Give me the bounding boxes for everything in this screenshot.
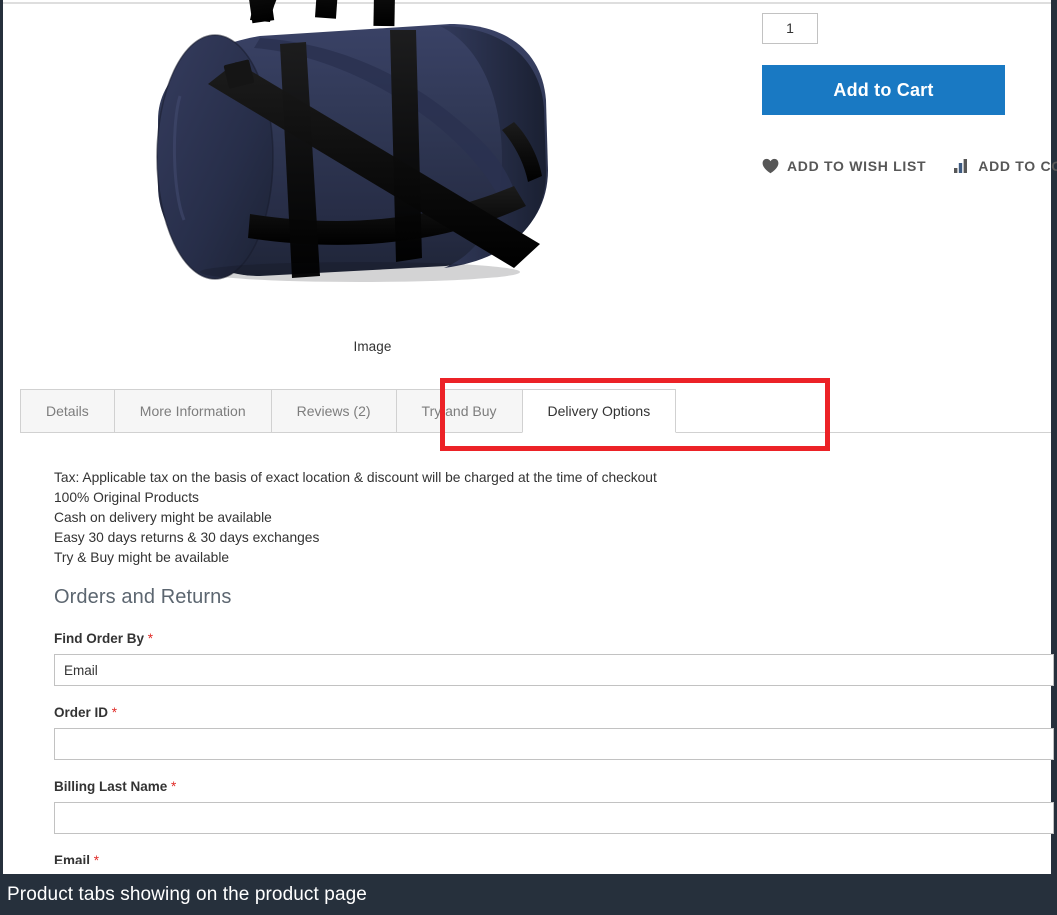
add-to-wish-list-label: ADD TO WISH LIST xyxy=(787,158,927,174)
tab-more-information[interactable]: More Information xyxy=(113,389,271,433)
product-image-caption: Image xyxy=(353,339,392,354)
page-left-border xyxy=(0,0,3,874)
tab-details[interactable]: Details xyxy=(20,389,114,433)
label-text: Email xyxy=(54,853,91,864)
heart-icon xyxy=(762,158,779,174)
info-line: Try & Buy might be available xyxy=(54,550,230,565)
label-text: Find Order By xyxy=(54,631,145,646)
product-tab-strip: Details More Information Reviews (2) Try… xyxy=(20,389,677,433)
required-marker: * xyxy=(111,705,118,720)
caption-text: Product tabs showing on the product page xyxy=(7,883,367,905)
orders-and-returns-heading: Orders and Returns xyxy=(54,586,232,608)
tab-reviews[interactable]: Reviews (2) xyxy=(270,389,396,433)
add-to-cart-button[interactable]: Add to Cart xyxy=(762,65,1005,115)
field-email: Email * xyxy=(54,853,1014,864)
tab-label: Delivery Options xyxy=(547,403,651,419)
field-label: Order ID * xyxy=(54,705,1014,720)
add-to-compare-link[interactable]: ADD TO COMPARE xyxy=(954,158,1057,174)
add-to-wish-list-link[interactable]: ADD TO WISH LIST xyxy=(762,158,926,174)
field-order-id: Order ID * xyxy=(54,705,1054,760)
tab-label: Try and Buy xyxy=(421,403,497,419)
product-action-links: ADD TO WISH LIST ADD TO COMPARE xyxy=(762,158,1057,174)
label-text: Billing Last Name xyxy=(54,779,168,794)
quantity-input[interactable]: 1 xyxy=(762,13,818,44)
required-marker: * xyxy=(93,853,100,864)
field-label: Email * xyxy=(54,853,1014,864)
delivery-options-panel: Tax: Applicable tax on the basis of exac… xyxy=(54,468,1054,883)
tab-label: Details xyxy=(46,403,89,419)
compare-bars-icon xyxy=(954,159,970,173)
info-line: Tax: Applicable tax on the basis of exac… xyxy=(54,470,657,485)
order-id-input[interactable] xyxy=(54,728,1054,760)
required-marker: * xyxy=(171,779,177,794)
tab-delivery-options[interactable]: Delivery Options xyxy=(521,389,677,433)
add-to-compare-label: ADD TO COMPARE xyxy=(978,158,1057,174)
required-marker: * xyxy=(147,631,154,646)
find-order-by-select[interactable]: Email xyxy=(54,654,1054,686)
info-line: 100% Original Products xyxy=(54,490,199,505)
label-text: Order ID xyxy=(54,705,109,720)
info-line: Easy 30 days returns & 30 days exchanges xyxy=(54,530,320,545)
field-label: Find Order By * xyxy=(54,631,1014,646)
field-label: Billing Last Name * xyxy=(54,779,1014,794)
field-find-order-by: Find Order By * Email xyxy=(54,631,1054,686)
screenshot-root: Image 1 Add to Cart ADD TO WISH LIST ADD… xyxy=(0,0,1057,915)
tab-label: Reviews (2) xyxy=(296,403,371,419)
billing-last-name-input[interactable] xyxy=(54,802,1054,834)
tab-try-and-buy[interactable]: Try and Buy xyxy=(395,389,522,433)
orders-and-returns-form: Find Order By * Email Order ID * Billing… xyxy=(54,631,1054,864)
info-line: Cash on delivery might be available xyxy=(54,510,272,525)
caption-bar: Product tabs showing on the product page xyxy=(0,874,1057,915)
product-image xyxy=(110,0,630,300)
tab-label: More Information xyxy=(139,403,246,419)
field-billing-last-name: Billing Last Name * xyxy=(54,779,1054,834)
